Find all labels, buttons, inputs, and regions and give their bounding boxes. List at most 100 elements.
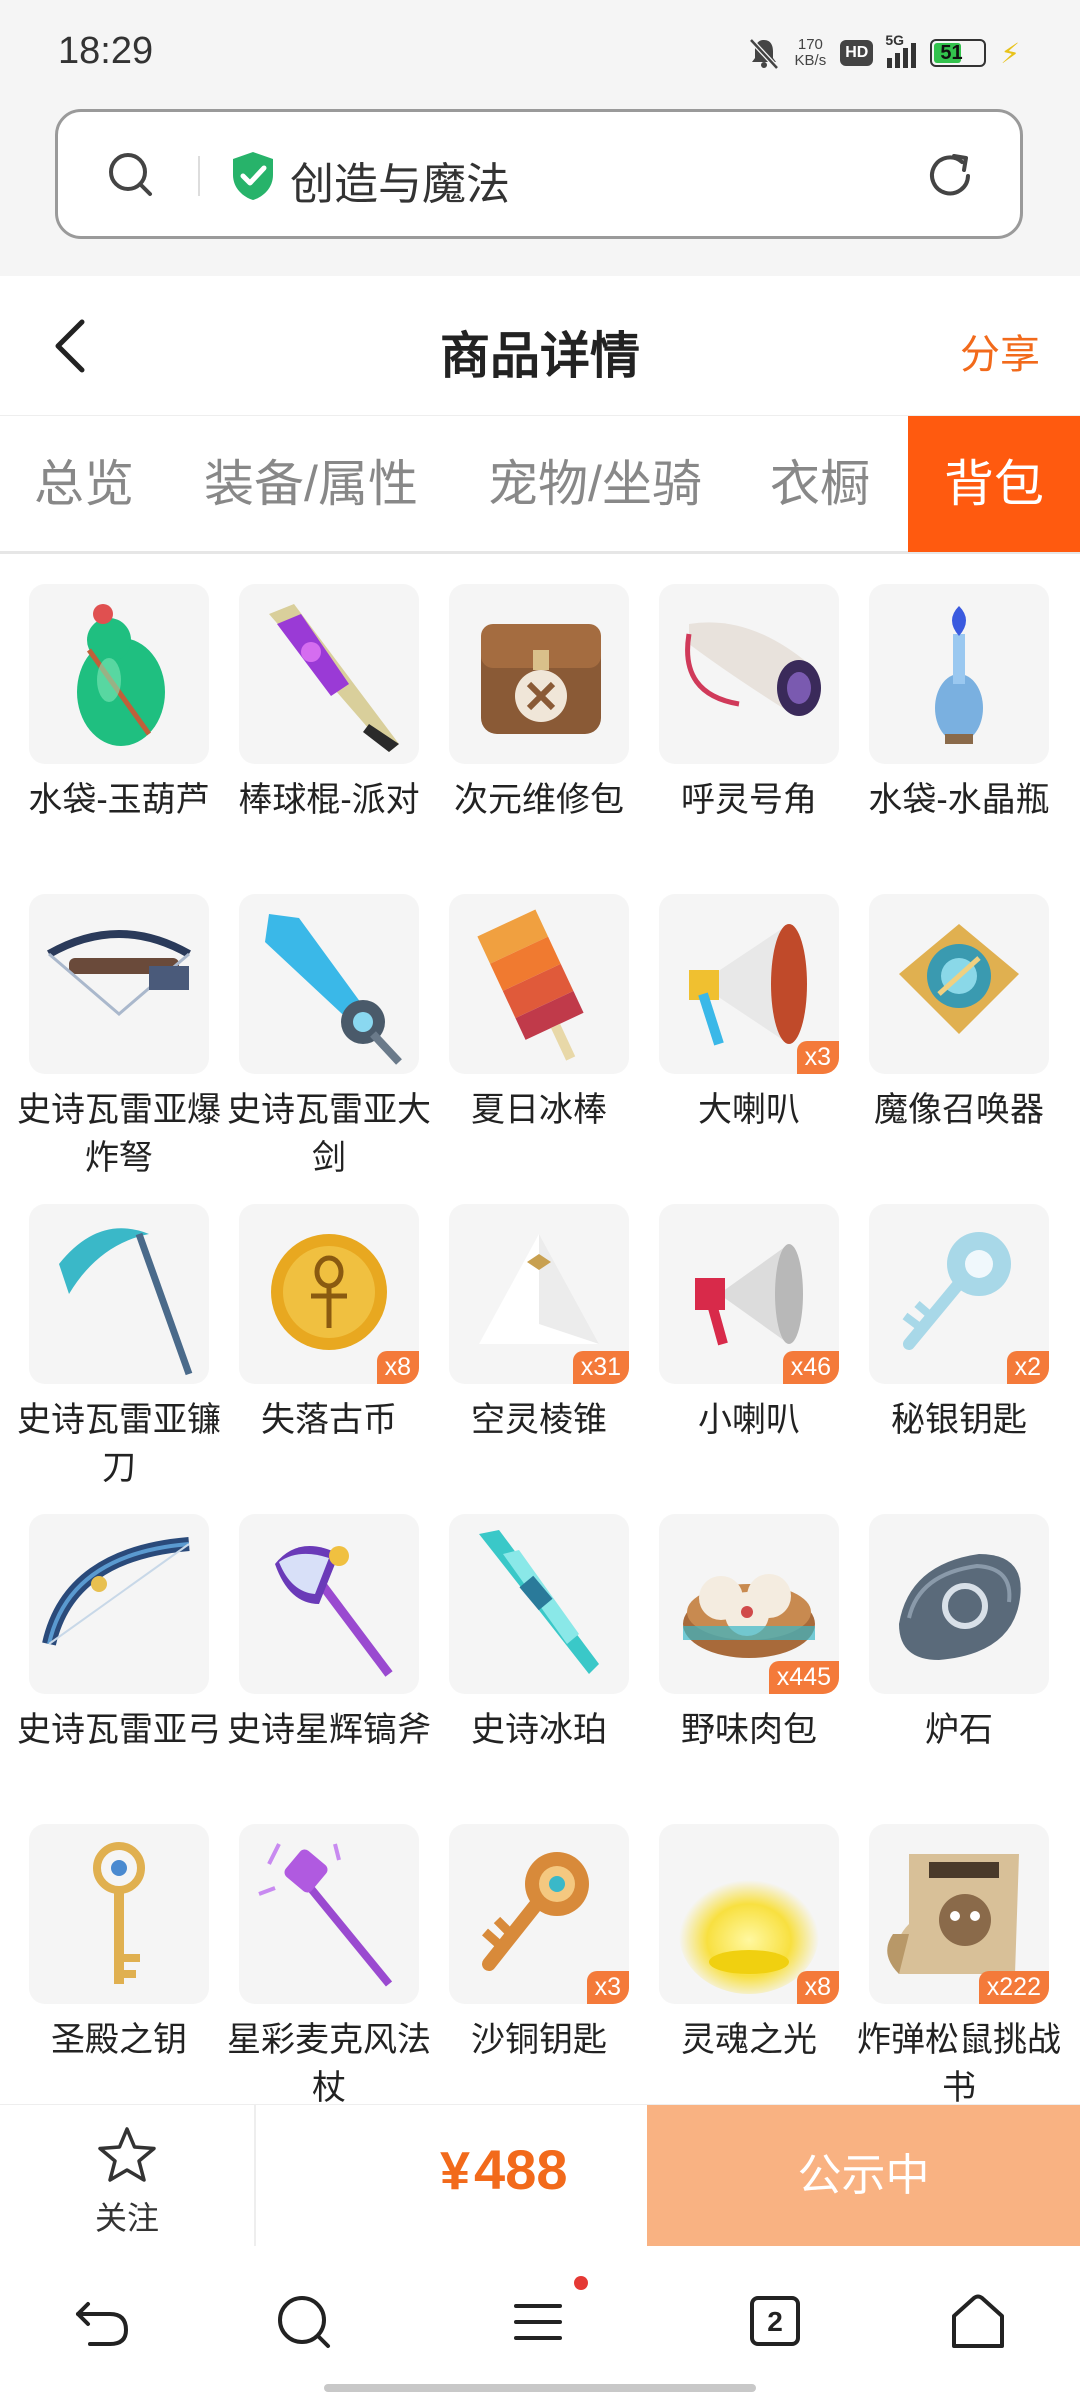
- item-name: 史诗瓦雷亚镰刀: [17, 1401, 221, 1487]
- item-name: 呼灵号角: [681, 781, 817, 819]
- tab-equipment[interactable]: 装备/属性: [186, 416, 436, 552]
- back-arrow-icon[interactable]: [70, 2290, 134, 2354]
- home-icon[interactable]: [946, 2290, 1010, 2354]
- status-icons: 170 KB/s HD 5G 51 ⚡: [747, 32, 1020, 70]
- site-name[interactable]: 创造与魔法: [290, 148, 510, 212]
- item-image: [449, 584, 629, 764]
- item-image: [239, 584, 419, 764]
- search-icon[interactable]: [106, 150, 154, 198]
- battery-level: 51: [940, 41, 963, 64]
- item-image: x8: [239, 1204, 419, 1384]
- reload-icon[interactable]: [922, 148, 978, 204]
- item-image: [239, 1514, 419, 1694]
- item-name: 空灵棱锥: [471, 1401, 607, 1439]
- address-bar-area: 创造与魔法: [0, 100, 1080, 276]
- item-name: 圣殿之钥: [51, 2021, 187, 2059]
- tab-backpack[interactable]: 背包: [908, 416, 1080, 552]
- net-speed-value: 170: [797, 36, 823, 53]
- quantity-badge: x31: [572, 1351, 629, 1384]
- item-image: [239, 894, 419, 1074]
- item-name: 史诗瓦雷亚爆炸弩: [17, 1091, 221, 1177]
- item-name: 水袋-玉葫芦: [28, 781, 210, 819]
- item-name: 沙铜钥匙: [471, 2021, 607, 2059]
- net-speed: 170 KB/s: [795, 37, 827, 69]
- item-name: 灵魂之光: [681, 2021, 817, 2059]
- address-divider: [198, 156, 200, 196]
- item-image: [29, 1204, 209, 1384]
- quantity-badge: x445: [768, 1661, 839, 1694]
- item-image: [659, 584, 839, 764]
- item-name: 秘银钥匙: [891, 1401, 1027, 1439]
- follow-label: 关注: [94, 2200, 159, 2236]
- address-bar[interactable]: 创造与魔法: [55, 109, 1023, 239]
- item-name: 野味肉包: [681, 1711, 817, 1749]
- item-image: [239, 1824, 419, 2004]
- item-image: x8: [659, 1824, 839, 2004]
- follow-button[interactable]: 关注: [0, 2105, 256, 2247]
- item-image: x46: [659, 1204, 839, 1384]
- item-image: [869, 894, 1049, 1074]
- item-name: 水袋-水晶瓶: [868, 781, 1050, 819]
- item-name: 星彩麦克风法杖: [227, 2021, 431, 2104]
- item-image: [449, 1514, 629, 1694]
- item-name: 史诗冰珀: [471, 1711, 607, 1749]
- item-image: x3: [449, 1824, 629, 2004]
- tab-overview[interactable]: 总览: [0, 416, 168, 552]
- quantity-badge: x222: [978, 1971, 1049, 2004]
- item-name: 次元维修包: [454, 781, 624, 819]
- quantity-badge: x46: [782, 1351, 839, 1384]
- mute-bell-icon: [748, 38, 779, 70]
- item-name: 大喇叭: [698, 1091, 800, 1129]
- item-name: 史诗星辉镐斧: [227, 1711, 431, 1749]
- item-image: [29, 1824, 209, 2004]
- tabs-icon[interactable]: 2: [750, 2296, 800, 2346]
- inventory-grid: 水袋-玉葫芦 棒球棍-派对 次元维修包 呼灵号角 水袋-水晶瓶 史诗瓦雷亚爆炸弩: [0, 556, 1080, 2104]
- quantity-badge: x3: [586, 1971, 629, 2004]
- item-image: x31: [449, 1204, 629, 1384]
- price: ¥488: [440, 2137, 567, 2202]
- notification-dot: [574, 2276, 588, 2290]
- net-speed-unit: KB/s: [794, 52, 827, 69]
- item-image: x3: [659, 894, 839, 1074]
- share-button[interactable]: 分享: [960, 322, 1040, 380]
- item-image: x222: [869, 1824, 1049, 2004]
- item-image: x445: [659, 1514, 839, 1694]
- signal-icon: 5G: [885, 32, 917, 68]
- item-name: 棒球棍-派对: [238, 781, 420, 819]
- quantity-badge: x2: [1006, 1351, 1049, 1384]
- item-image: [29, 1514, 209, 1694]
- item-name: 炉石: [925, 1711, 993, 1749]
- item-name: 小喇叭: [698, 1401, 800, 1439]
- item-name: 夏日冰棒: [471, 1091, 607, 1129]
- search-icon[interactable]: [272, 2290, 336, 2354]
- item-image: [869, 1514, 1049, 1694]
- quantity-badge: x8: [796, 1971, 839, 2004]
- browser-nav-bar: 2: [0, 2246, 1080, 2400]
- menu-icon[interactable]: [506, 2290, 570, 2354]
- battery-icon: 51: [930, 39, 987, 67]
- item-image: [29, 894, 209, 1074]
- star-icon: [98, 2127, 156, 2182]
- verified-shield-icon: [233, 152, 273, 200]
- page-header: 商品详情 分享: [0, 276, 1080, 416]
- charging-bolt-icon: ⚡: [1000, 37, 1020, 69]
- item-image: [869, 584, 1049, 764]
- item-name: 失落古币: [261, 1401, 397, 1439]
- item-name: 魔像召唤器: [874, 1091, 1044, 1129]
- purchase-bar: 关注 ¥488 公示中: [0, 2104, 1080, 2247]
- page-title: 商品详情: [440, 328, 640, 384]
- currency-symbol: ¥: [440, 2141, 471, 2201]
- item-image: [29, 584, 209, 764]
- status-time: 18:29: [58, 30, 154, 72]
- item-name: 史诗瓦雷亚大剑: [227, 1091, 431, 1177]
- status-bar: 18:29 170 KB/s HD 5G 51 ⚡: [0, 0, 1080, 100]
- home-indicator[interactable]: [324, 2384, 756, 2392]
- price-value: 488: [474, 2138, 568, 2201]
- quantity-badge: x3: [796, 1041, 839, 1074]
- tab-pets-mounts[interactable]: 宠物/坐骑: [470, 416, 720, 552]
- tab-bar: 总览 装备/属性 宠物/坐骑 衣橱 背包: [0, 416, 1080, 554]
- hd-icon: HD: [840, 40, 874, 66]
- tab-wardrobe[interactable]: 衣橱: [750, 416, 890, 552]
- public-notice-button[interactable]: 公示中: [647, 2105, 1080, 2247]
- item-image: [449, 894, 629, 1074]
